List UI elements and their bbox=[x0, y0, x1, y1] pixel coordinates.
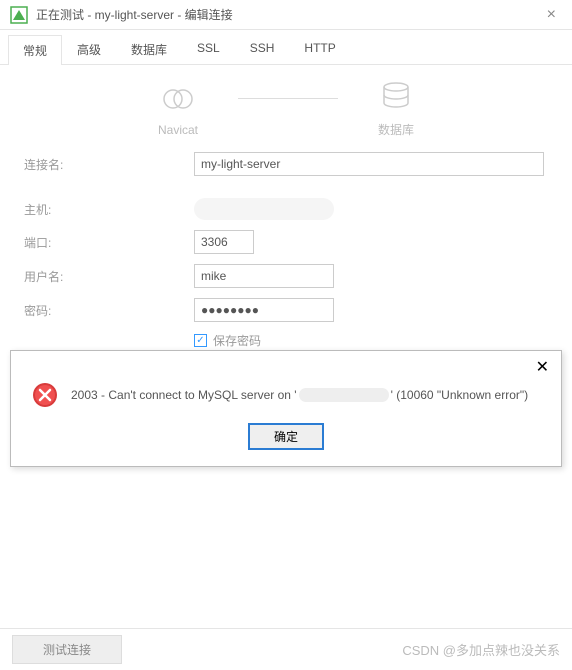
tab-http[interactable]: HTTP bbox=[289, 34, 350, 64]
host-input-redacted[interactable] bbox=[194, 198, 334, 220]
navicat-label: Navicat bbox=[158, 123, 198, 137]
error-icon bbox=[31, 381, 59, 409]
tab-advanced[interactable]: 高级 bbox=[62, 34, 116, 64]
database-label: 数据库 bbox=[378, 121, 414, 138]
watermark-text: CSDN @多加点辣也没关系 bbox=[402, 640, 560, 659]
username-input[interactable] bbox=[194, 264, 334, 288]
connection-form: 连接名: 主机: 端口: 用户名: 密码: ●●●●●●●● ✓ 保存密码 bbox=[0, 146, 572, 355]
port-label: 端口: bbox=[24, 234, 194, 251]
host-label: 主机: bbox=[24, 201, 194, 218]
test-connection-button[interactable]: 测试连接 bbox=[12, 635, 122, 664]
error-dialog: ✕ 2003 - Can't connect to MySQL server o… bbox=[10, 350, 562, 467]
dialog-close-button[interactable]: ✕ bbox=[536, 359, 549, 376]
ok-button[interactable]: 确定 bbox=[248, 423, 324, 450]
username-label: 用户名: bbox=[24, 268, 194, 285]
save-password-checkbox[interactable]: ✓ bbox=[194, 334, 207, 347]
app-icon bbox=[10, 6, 28, 24]
title-bar: 正在测试 - my-light-server - 编辑连接 × bbox=[0, 0, 572, 30]
connection-name-input[interactable] bbox=[194, 152, 544, 176]
save-password-label: 保存密码 bbox=[213, 332, 261, 349]
navicat-icon bbox=[160, 81, 196, 117]
password-label: 密码: bbox=[24, 302, 194, 319]
connection-illustration: Navicat 数据库 bbox=[0, 65, 572, 146]
tab-general[interactable]: 常规 bbox=[8, 35, 62, 65]
tab-database[interactable]: 数据库 bbox=[116, 34, 182, 64]
error-message: 2003 - Can't connect to MySQL server on … bbox=[71, 388, 528, 402]
password-input[interactable]: ●●●●●●●● bbox=[194, 298, 334, 322]
tab-bar: 常规 高级 数据库 SSL SSH HTTP bbox=[0, 30, 572, 65]
footer-bar: 测试连接 CSDN @多加点辣也没关系 bbox=[0, 628, 572, 670]
redacted-host bbox=[299, 388, 389, 402]
database-icon bbox=[379, 79, 413, 115]
window-title: 正在测试 - my-light-server - 编辑连接 bbox=[36, 6, 541, 23]
tab-ssl[interactable]: SSL bbox=[182, 34, 235, 64]
port-input[interactable] bbox=[194, 230, 254, 254]
connection-name-label: 连接名: bbox=[24, 156, 194, 173]
window-close-button[interactable]: × bbox=[541, 6, 562, 24]
tab-ssh[interactable]: SSH bbox=[235, 34, 290, 64]
